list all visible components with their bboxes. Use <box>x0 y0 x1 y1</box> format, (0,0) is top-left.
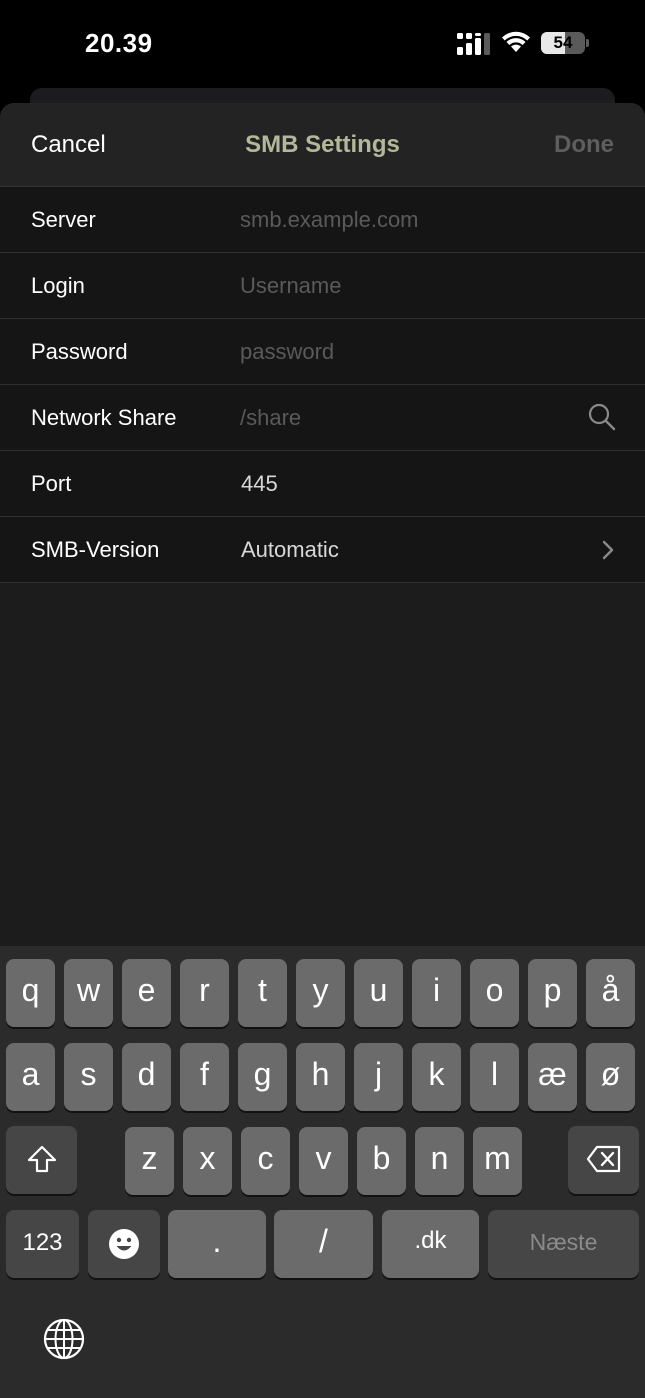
wifi-icon <box>502 31 530 52</box>
key-row2-9[interactable]: æ <box>528 1043 577 1111</box>
key-row1-10[interactable]: å <box>586 959 635 1027</box>
key-row1-1[interactable]: w <box>64 959 113 1027</box>
key-row1-7[interactable]: i <box>412 959 461 1027</box>
emoji-key[interactable] <box>88 1210 160 1278</box>
password-row: Password <box>0 319 645 385</box>
key-row1-9[interactable]: p <box>528 959 577 1027</box>
delete-key[interactable] <box>568 1126 639 1194</box>
battery-percent: 54 <box>553 33 573 52</box>
key-row2-7[interactable]: k <box>412 1043 461 1111</box>
password-input[interactable] <box>240 333 570 371</box>
next-key[interactable]: Næste <box>488 1210 639 1278</box>
server-label: Server <box>31 207 96 232</box>
dot-key[interactable]: . <box>168 1210 266 1278</box>
key-row1-2[interactable]: e <box>122 959 171 1027</box>
navigation-bar: SMB Settings Cancel Done <box>0 103 645 187</box>
network-share-row: Network Share <box>0 385 645 451</box>
key-row2-10[interactable]: ø <box>586 1043 635 1111</box>
delete-icon <box>586 1145 621 1173</box>
cancel-button[interactable]: Cancel <box>31 131 106 159</box>
key-row3-6[interactable]: m <box>473 1127 522 1195</box>
numbers-key[interactable]: 123 <box>6 1210 79 1278</box>
settings-form: Server Login Password Network Share Port… <box>0 187 645 583</box>
smb-version-row[interactable]: SMB-Version Automatic <box>0 517 645 583</box>
slash-key[interactable]: / <box>274 1210 373 1278</box>
key-row3-2[interactable]: c <box>241 1127 290 1195</box>
battery-icon: 54 <box>541 32 589 54</box>
key-row1-5[interactable]: y <box>296 959 345 1027</box>
network-share-input[interactable] <box>240 399 540 437</box>
key-row1-0[interactable]: q <box>6 959 55 1027</box>
server-input[interactable] <box>240 201 570 239</box>
key-row3-3[interactable]: v <box>299 1127 348 1195</box>
key-row1-4[interactable]: t <box>238 959 287 1027</box>
status-bar: 20.39 54 <box>0 0 645 90</box>
key-row1-8[interactable]: o <box>470 959 519 1027</box>
login-row: Login <box>0 253 645 319</box>
shift-icon <box>27 1145 57 1173</box>
smb-version-label: SMB-Version <box>31 537 160 562</box>
key-row2-3[interactable]: f <box>180 1043 229 1111</box>
port-row: Port 445 <box>0 451 645 517</box>
key-row2-0[interactable]: a <box>6 1043 55 1111</box>
key-row2-4[interactable]: g <box>238 1043 287 1111</box>
key-row1-6[interactable]: u <box>354 959 403 1027</box>
globe-icon[interactable] <box>43 1318 85 1360</box>
login-input[interactable] <box>240 267 570 305</box>
dk-key[interactable]: .dk <box>382 1210 479 1278</box>
key-row2-6[interactable]: j <box>354 1043 403 1111</box>
network-share-label: Network Share <box>31 405 177 430</box>
key-row3-4[interactable]: b <box>357 1127 406 1195</box>
key-row2-1[interactable]: s <box>64 1043 113 1111</box>
server-row: Server <box>0 187 645 253</box>
port-label: Port <box>31 471 72 496</box>
password-label: Password <box>31 339 128 364</box>
key-row3-1[interactable]: x <box>183 1127 232 1195</box>
chevron-right-icon <box>602 540 614 560</box>
login-label: Login <box>31 273 85 298</box>
key-row3-5[interactable]: n <box>415 1127 464 1195</box>
done-button[interactable]: Done <box>554 131 614 159</box>
key-row2-8[interactable]: l <box>470 1043 519 1111</box>
search-icon[interactable] <box>587 402 617 432</box>
on-screen-keyboard: qwertyuiopå asdfghjklæø zxcvbnm 123 . / … <box>0 946 645 1398</box>
cellular-signal-icon <box>457 33 490 55</box>
key-row2-2[interactable]: d <box>122 1043 171 1111</box>
key-row3-0[interactable]: z <box>125 1127 174 1195</box>
smb-version-value: Automatic <box>241 537 339 562</box>
key-row1-3[interactable]: r <box>180 959 229 1027</box>
key-row2-5[interactable]: h <box>296 1043 345 1111</box>
emoji-icon <box>109 1229 139 1259</box>
shift-key[interactable] <box>6 1126 77 1194</box>
port-field[interactable]: 445 <box>241 471 278 497</box>
status-time: 20.39 <box>85 28 153 58</box>
